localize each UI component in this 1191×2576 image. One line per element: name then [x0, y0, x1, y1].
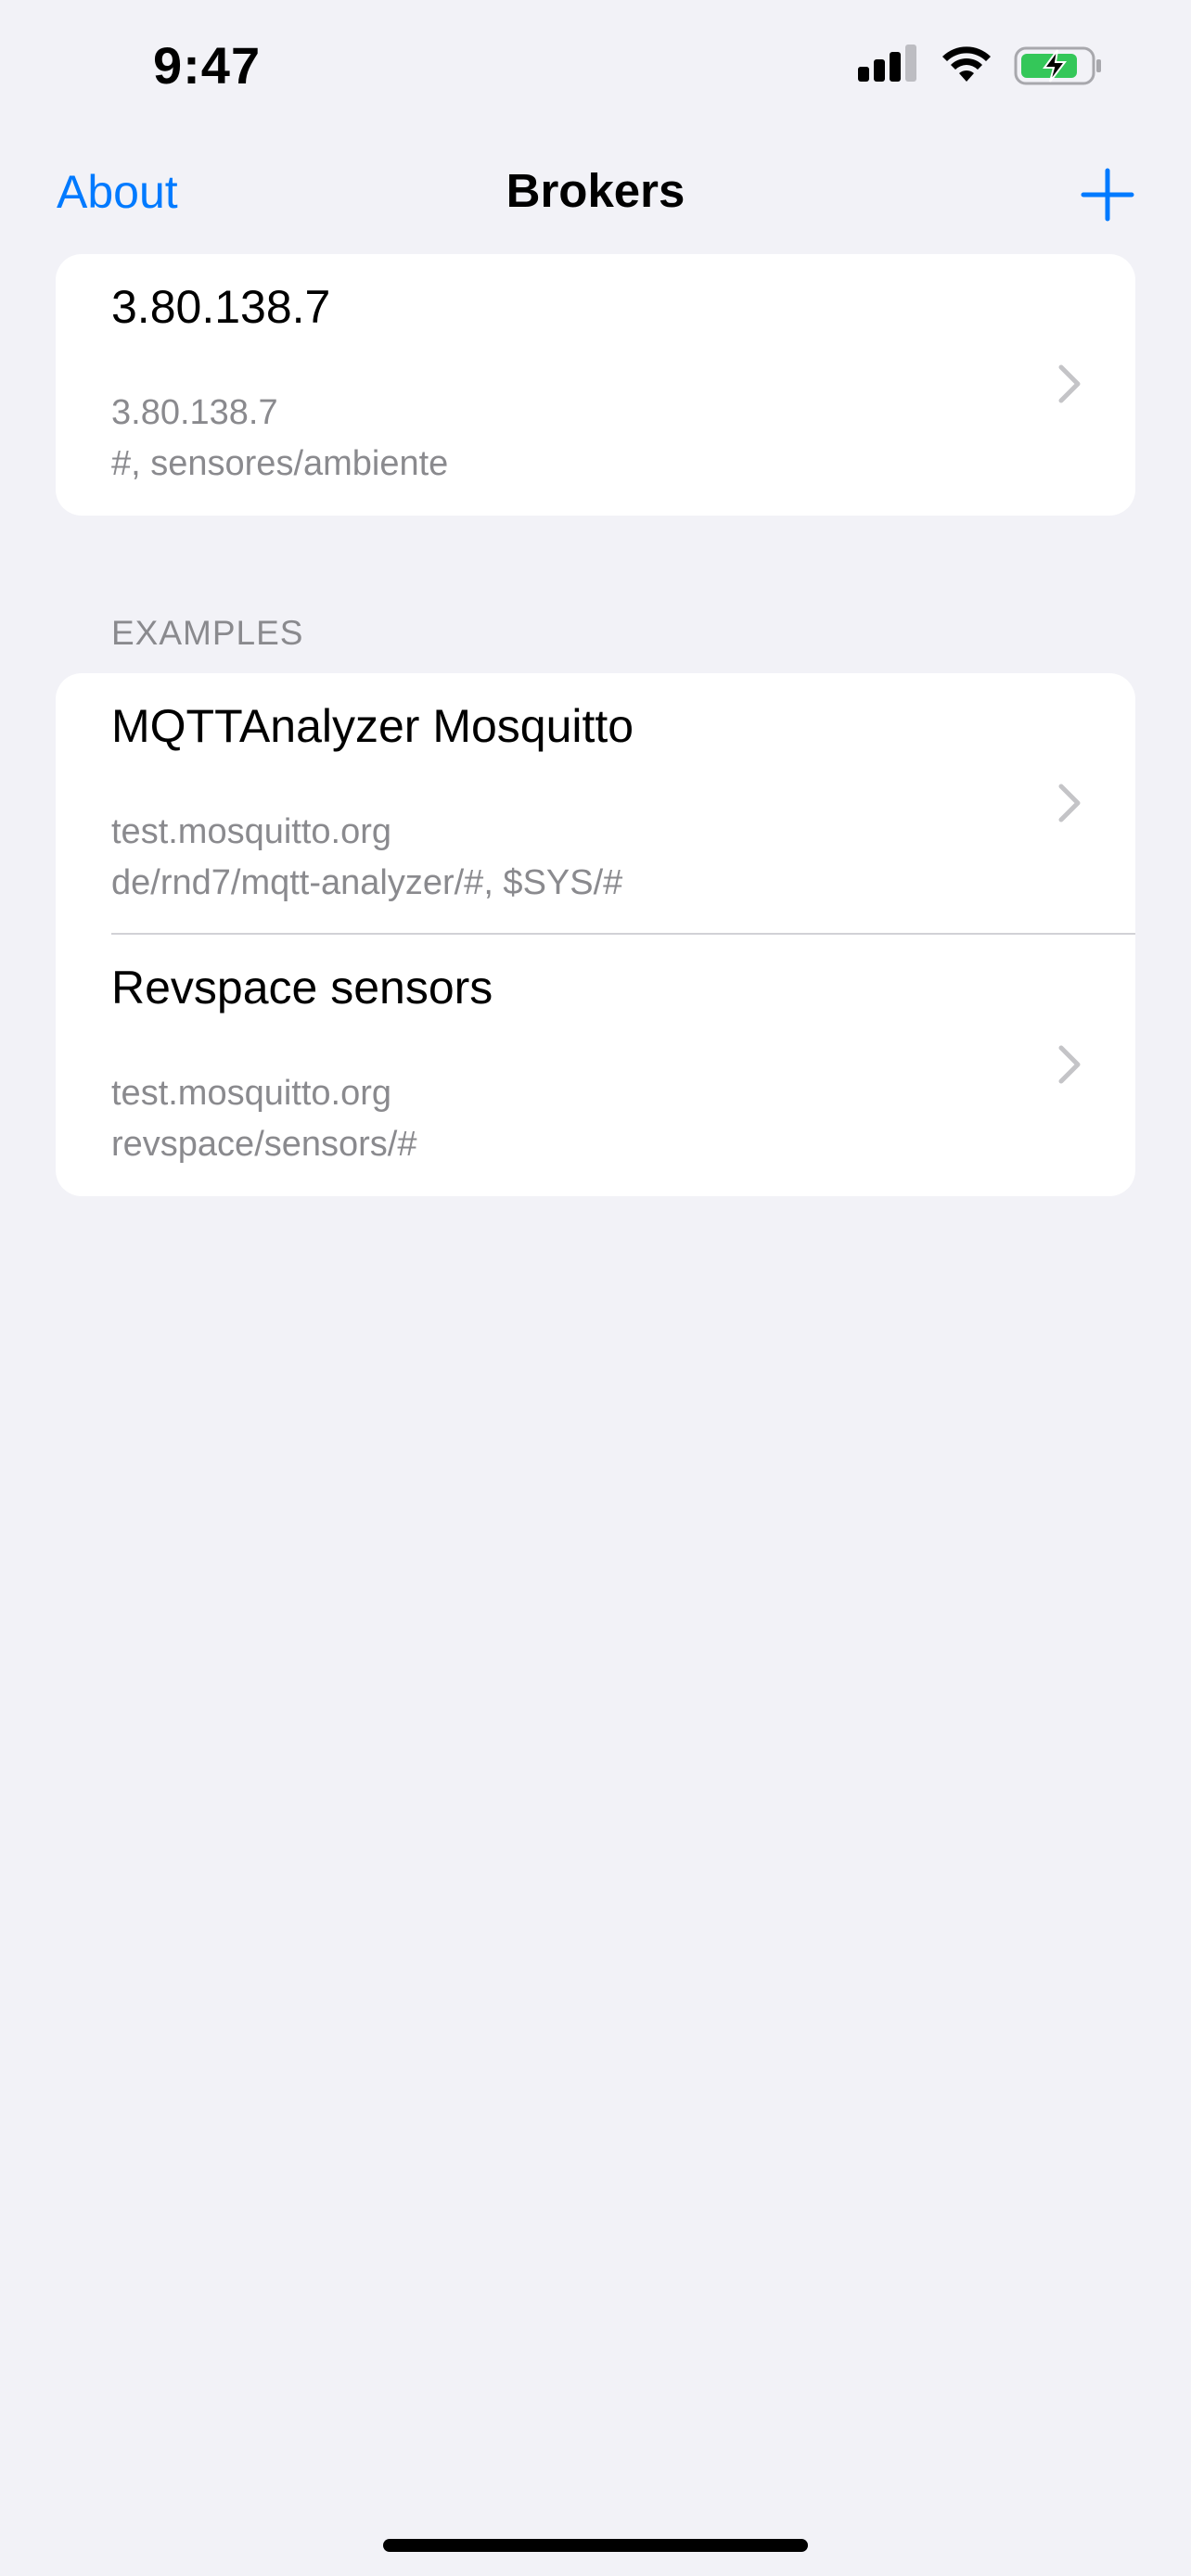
chevron-right-icon: [1058, 784, 1081, 823]
example-row[interactable]: MQTTAnalyzer Mosquitto test.mosquitto.or…: [56, 673, 1135, 935]
broker-title: 3.80.138.7: [111, 281, 331, 333]
navigation-bar: About Brokers: [0, 139, 1191, 250]
example-row[interactable]: Revspace sensors test.mosquitto.org revs…: [56, 935, 1135, 1196]
example-title: Revspace sensors: [111, 962, 493, 1014]
section-header-examples: EXAMPLES: [111, 614, 304, 652]
example-title: MQTTAnalyzer Mosquitto: [111, 700, 634, 752]
brokers-list: 3.80.138.7 3.80.138.7 #, sensores/ambien…: [56, 254, 1135, 516]
brokers-screen: 9:47 About Brokers 3.80.138.7 3.80.138.7…: [0, 0, 1191, 2576]
status-time: 9:47: [153, 36, 262, 95]
broker-row[interactable]: 3.80.138.7 3.80.138.7 #, sensores/ambien…: [56, 254, 1135, 516]
wifi-icon: [942, 46, 991, 82]
broker-topics: #, sensores/ambiente: [111, 444, 449, 483]
examples-list: MQTTAnalyzer Mosquitto test.mosquitto.or…: [56, 673, 1135, 1196]
battery-charging-icon: [1014, 46, 1101, 85]
chevron-right-icon: [1058, 364, 1081, 403]
plus-icon[interactable]: [1080, 167, 1135, 223]
example-host: test.mosquitto.org: [111, 1074, 392, 1113]
chevron-right-icon: [1058, 1045, 1081, 1084]
status-icons: [858, 45, 1103, 85]
example-topics: de/rnd7/mqtt-analyzer/#, $SYS/#: [111, 863, 623, 902]
example-topics: revspace/sensors/#: [111, 1125, 417, 1164]
cellular-signal-icon: [858, 45, 916, 82]
example-host: test.mosquitto.org: [111, 812, 392, 851]
page-title: Brokers: [506, 164, 685, 217]
home-indicator[interactable]: [383, 2539, 808, 2552]
status-bar: 9:47: [0, 0, 1191, 139]
broker-host: 3.80.138.7: [111, 393, 278, 432]
